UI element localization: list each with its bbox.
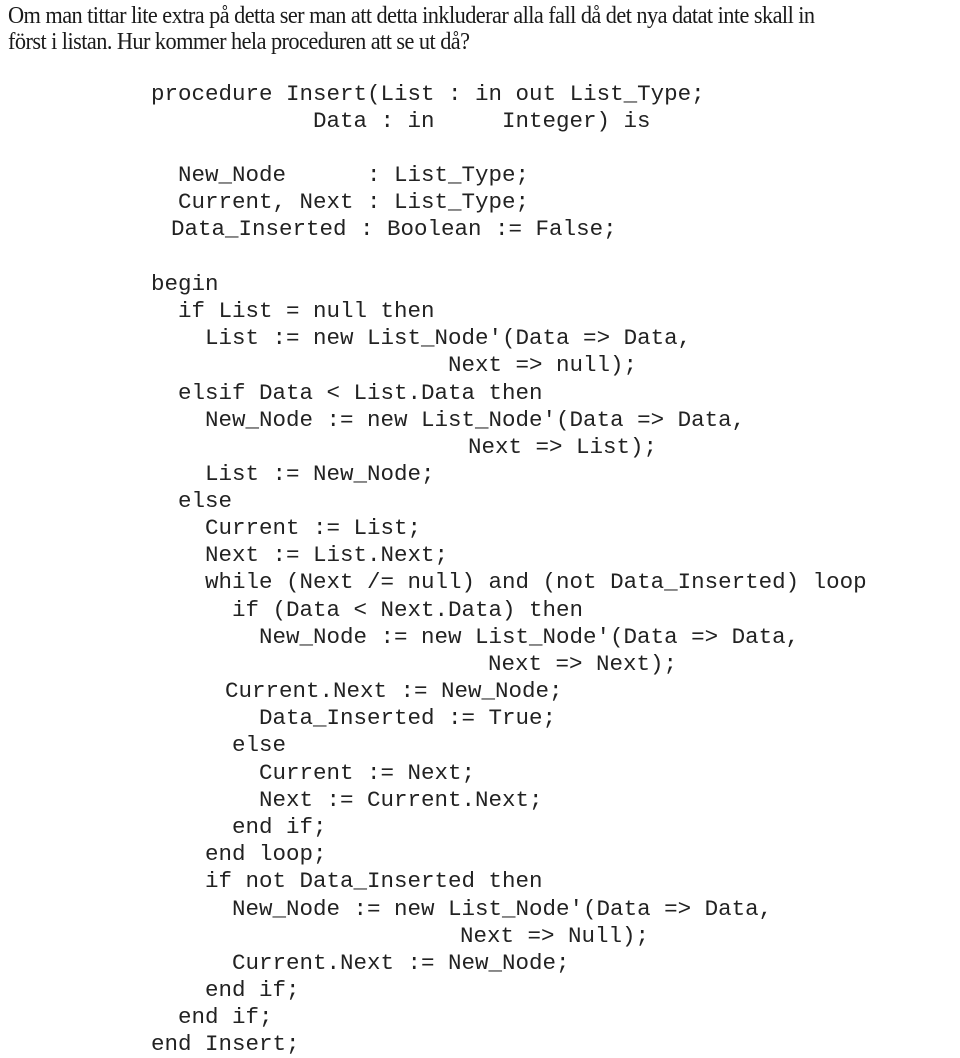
code-line: Next => Null);: [460, 923, 650, 949]
intro-paragraph-line-1: Om man tittar lite extra på detta ser ma…: [8, 3, 815, 29]
code-line: Current := Next;: [259, 760, 476, 786]
code-line: else: [232, 732, 287, 758]
code-line: elsif Data < List.Data then: [178, 380, 543, 406]
code-line: procedure Insert(List : in out List_Type…: [151, 81, 705, 107]
code-line: end if;: [205, 977, 300, 1003]
code-line: if List = null then: [178, 298, 435, 324]
code-line: Next => Next);: [488, 651, 678, 677]
code-line: List := new List_Node'(Data => Data,: [205, 325, 692, 351]
code-line: List := New_Node;: [205, 461, 435, 487]
code-line: if (Data < Next.Data) then: [232, 597, 584, 623]
code-line: Data : in Integer) is: [313, 108, 651, 134]
code-line: if not Data_Inserted then: [205, 868, 543, 894]
code-line: end if;: [178, 1004, 273, 1030]
code-line: Next => null);: [448, 352, 638, 378]
code-line: New_Node := new List_Node'(Data => Data,: [205, 407, 746, 433]
code-line: Data_Inserted : Boolean := False;: [171, 216, 617, 242]
code-line: Next := List.Next;: [205, 542, 449, 568]
code-line: Current, Next : List_Type;: [178, 189, 530, 215]
code-line: Next => List);: [468, 434, 658, 460]
code-line: Data_Inserted := True;: [259, 705, 557, 731]
code-line: Current.Next := New_Node;: [225, 678, 563, 704]
code-line: end if;: [232, 814, 327, 840]
code-line: New_Node : List_Type;: [178, 162, 530, 188]
code-line: else: [178, 488, 233, 514]
code-line: New_Node := new List_Node'(Data => Data,: [259, 624, 800, 650]
code-line: New_Node := new List_Node'(Data => Data,: [232, 896, 773, 922]
intro-paragraph-line-2: först i listan. Hur kommer hela procedur…: [8, 29, 470, 55]
code-line: end Insert;: [151, 1031, 300, 1057]
code-line: Current := List;: [205, 515, 422, 541]
code-line: Current.Next := New_Node;: [232, 950, 570, 976]
code-line: while (Next /= null) and (not Data_Inser…: [205, 569, 867, 595]
code-line: begin: [151, 271, 219, 297]
code-line: end loop;: [205, 841, 327, 867]
code-line: Next := Current.Next;: [259, 787, 543, 813]
